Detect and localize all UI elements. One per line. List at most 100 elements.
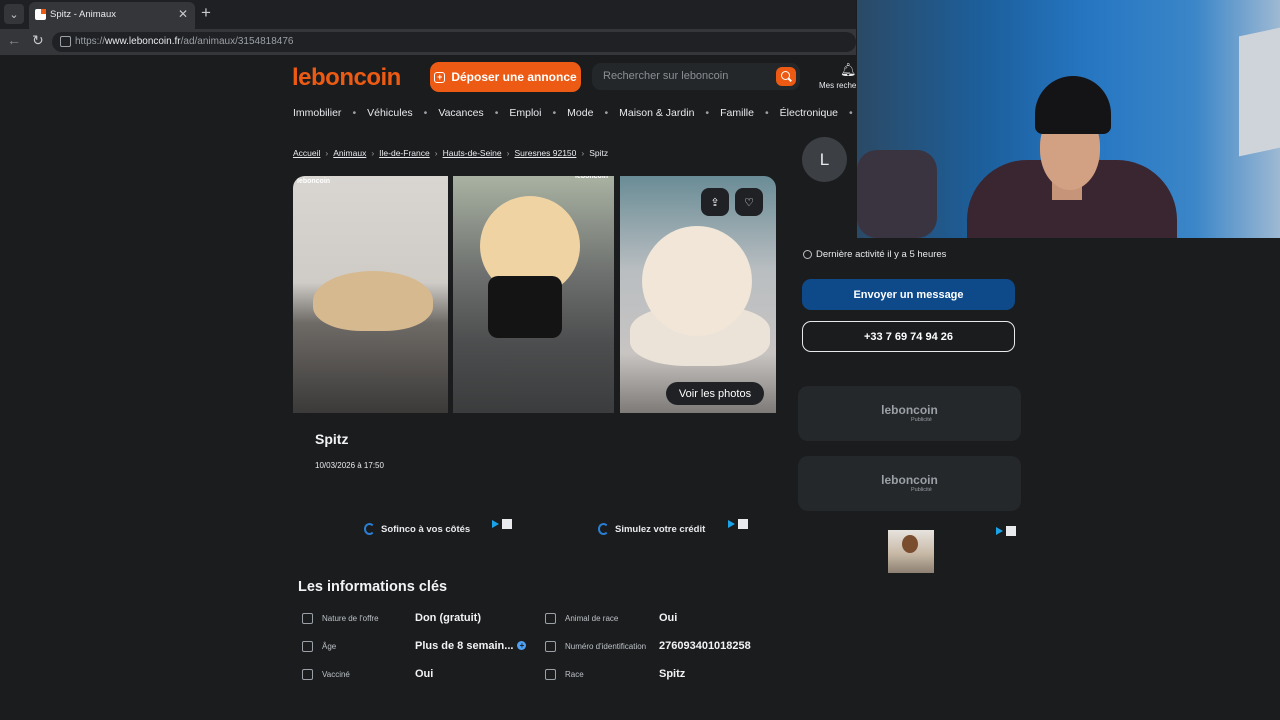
ad-label: Publicité bbox=[911, 417, 932, 423]
info-breed-animal: Animal de race bbox=[545, 613, 618, 624]
dna-icon bbox=[545, 613, 556, 624]
ad-brand: leboncoin bbox=[881, 403, 938, 417]
url-text[interactable]: https://www.leboncoin.fr/ad/animaux/3154… bbox=[75, 36, 293, 47]
ad-date: 10/03/2026 à 17:50 bbox=[315, 461, 384, 470]
offer-icon bbox=[302, 613, 313, 624]
webcam-overlay bbox=[857, 0, 1280, 238]
site-info-icon[interactable] bbox=[60, 36, 71, 47]
share-icon[interactable]: ⇪ bbox=[701, 188, 729, 216]
info-race: Race bbox=[545, 669, 584, 680]
bell-icon[interactable]: 🔔︎ bbox=[840, 62, 856, 78]
info-nature: Nature de l'offre bbox=[302, 613, 379, 624]
breadcrumb-city[interactable]: Suresnes 92150 bbox=[514, 148, 576, 158]
adchoices-icon[interactable] bbox=[996, 526, 1017, 536]
nav-immobilier[interactable]: Immobilier bbox=[293, 107, 341, 119]
webcam-background-object bbox=[1239, 23, 1280, 157]
chip-icon bbox=[545, 641, 556, 652]
info-label: Âge bbox=[322, 642, 337, 651]
photo-watermark: leboncoin bbox=[297, 178, 331, 185]
breadcrumb-department[interactable]: Hauts-de-Seine bbox=[443, 148, 502, 158]
deposit-label: Déposer une annonce bbox=[451, 70, 577, 84]
reload-icon[interactable]: ↻ bbox=[32, 32, 44, 49]
info-label: Animal de race bbox=[565, 614, 619, 623]
seller-avatar[interactable]: L bbox=[802, 137, 847, 182]
adchoices-icon[interactable] bbox=[728, 519, 749, 529]
seller-activity: Dernière activité il y a 5 heures bbox=[803, 249, 946, 260]
browser-tab[interactable]: Spitz - Animaux ✕ bbox=[29, 2, 195, 29]
address-bar[interactable]: https://www.leboncoin.fr/ad/animaux/3154… bbox=[52, 32, 856, 52]
bottom-edge bbox=[0, 716, 1280, 720]
info-value: Don (gratuit) bbox=[415, 612, 481, 624]
photo-2[interactable]: leboncoin bbox=[453, 176, 614, 413]
web-page: leboncoin + Déposer une annonce Recherch… bbox=[4, 56, 856, 716]
adchoices-icon[interactable] bbox=[492, 519, 513, 529]
promo-credit[interactable]: Simulez votre crédit bbox=[598, 523, 705, 535]
nav-electronique[interactable]: Électronique bbox=[780, 107, 838, 119]
nav-famille[interactable]: Famille bbox=[720, 107, 754, 119]
sidebar-ad-1[interactable]: leboncoin Publicité bbox=[798, 386, 1021, 441]
tab-title: Spitz - Animaux bbox=[50, 9, 116, 20]
info-value: Oui bbox=[659, 612, 678, 624]
info-value: 276093401018258 bbox=[659, 640, 751, 652]
leboncoin-favicon-icon bbox=[35, 9, 46, 20]
webcam-person-beanie bbox=[1035, 76, 1111, 134]
close-icon[interactable]: ✕ bbox=[178, 7, 188, 21]
breadcrumb: Accueil › Animaux › Ile-de-France › Hauts-d… bbox=[293, 148, 609, 158]
info-value[interactable]: Plus de 8 semain... + bbox=[415, 640, 527, 652]
expand-plus-icon[interactable]: + bbox=[517, 641, 527, 650]
ad-title-card bbox=[304, 413, 764, 453]
breadcrumb-region[interactable]: Ile-de-France bbox=[379, 148, 430, 158]
phone-button[interactable]: +33 7 69 74 94 26 bbox=[802, 321, 1015, 352]
list-icon bbox=[545, 669, 556, 680]
info-vaccinated: Vacciné bbox=[302, 669, 350, 680]
photo-gallery[interactable]: leboncoin leboncoin ⇪ ♡ Voir les photos bbox=[293, 176, 776, 443]
sidebar-ad-2[interactable]: leboncoin Publicité bbox=[798, 456, 1021, 511]
syringe-icon bbox=[302, 669, 313, 680]
new-tab-plus-icon[interactable]: + bbox=[201, 3, 211, 23]
deposit-ad-button[interactable]: + Déposer une annonce bbox=[430, 62, 581, 92]
photo-1[interactable]: leboncoin bbox=[293, 176, 448, 413]
info-age: Âge bbox=[302, 641, 336, 652]
tab-search-chevron-icon[interactable]: ⌄ bbox=[4, 4, 24, 24]
promo-sofinco[interactable]: Sofinco à vos côtés bbox=[364, 523, 470, 535]
plus-icon: + bbox=[434, 71, 446, 83]
back-arrow-icon[interactable]: ← bbox=[7, 32, 21, 48]
ad-label: Publicité bbox=[911, 487, 932, 493]
dog-shape bbox=[313, 271, 433, 331]
promo-label: Sofinco à vos côtés bbox=[381, 523, 471, 535]
promo-label: Simulez votre crédit bbox=[615, 523, 706, 535]
breadcrumb-accueil[interactable]: Accueil bbox=[293, 148, 320, 158]
leboncoin-logo[interactable]: leboncoin bbox=[292, 64, 401, 92]
nav-emploi[interactable]: Emploi bbox=[509, 107, 541, 119]
send-message-button[interactable]: Envoyer un message bbox=[802, 279, 1015, 310]
nav-vehicules[interactable]: Véhicules bbox=[367, 107, 413, 119]
nav-vacances[interactable]: Vacances bbox=[438, 107, 483, 119]
breadcrumb-current: Spitz bbox=[589, 148, 609, 158]
ad-title: Spitz bbox=[315, 431, 349, 447]
dog-shape bbox=[642, 226, 752, 336]
category-nav: Immobilier • Véhicules • Vacances • Emploi •… bbox=[293, 107, 853, 119]
info-label: Race bbox=[565, 670, 584, 679]
heart-icon[interactable]: ♡ bbox=[735, 188, 763, 216]
clock-icon bbox=[803, 250, 812, 259]
search-placeholder: Rechercher sur leboncoin bbox=[603, 70, 729, 82]
search-input[interactable]: Rechercher sur leboncoin bbox=[592, 63, 800, 90]
breadcrumb-animaux[interactable]: Animaux bbox=[333, 148, 366, 158]
see-photos-button[interactable]: Voir les photos bbox=[666, 382, 764, 405]
sofinco-icon bbox=[598, 523, 609, 535]
key-info-title: Les informations clés bbox=[298, 579, 448, 595]
info-value: Spitz bbox=[659, 668, 686, 680]
search-icon[interactable] bbox=[776, 67, 796, 86]
sofinco-icon bbox=[364, 523, 375, 535]
info-identification: Numéro d'identification bbox=[545, 641, 646, 652]
nav-mode[interactable]: Mode bbox=[567, 107, 593, 119]
photo-watermark: leboncoin bbox=[575, 176, 609, 180]
info-label: Numéro d'identification bbox=[565, 642, 647, 651]
browser-tabstrip: ⌄ Spitz - Animaux ✕ + bbox=[0, 0, 856, 29]
activity-text: Dernière activité il y a 5 heures bbox=[816, 249, 947, 260]
ad-brand: leboncoin bbox=[881, 473, 938, 487]
nav-maison-jardin[interactable]: Maison & Jardin bbox=[619, 107, 694, 119]
ad-thumbnail[interactable] bbox=[888, 530, 934, 573]
info-label: Nature de l'offre bbox=[322, 614, 379, 623]
saved-searches-link[interactable]: Mes reche bbox=[819, 81, 856, 90]
